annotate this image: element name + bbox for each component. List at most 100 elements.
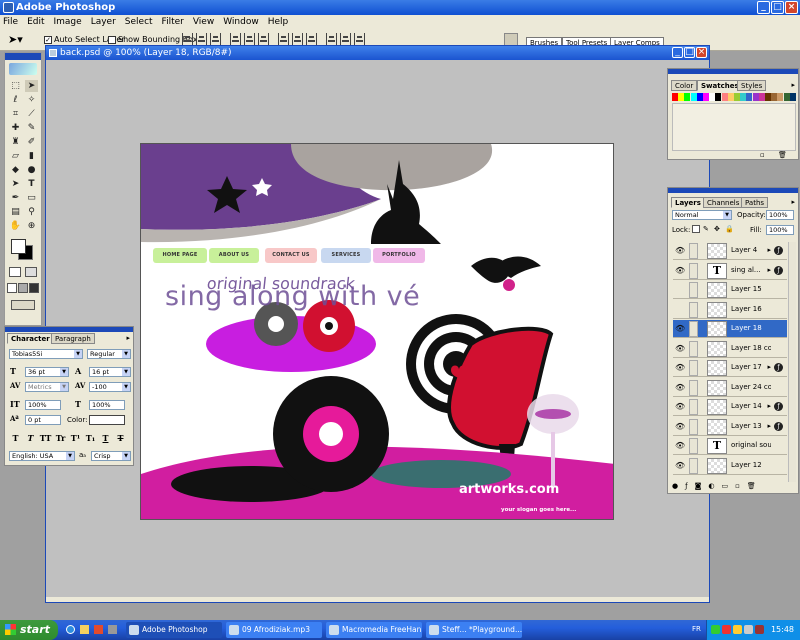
lock-all-icon[interactable]: 🔒 (725, 225, 734, 233)
foreground-color-swatch[interactable] (11, 239, 26, 254)
visibility-eye-icon[interactable]: 👁 (675, 266, 685, 275)
swatch[interactable] (727, 93, 734, 101)
align-left-icon[interactable] (230, 33, 241, 45)
layer-style-icon[interactable]: ƒ (685, 482, 687, 491)
tray-app-icon[interactable] (755, 625, 764, 634)
layer-link-cell[interactable] (689, 457, 698, 474)
expand-effects-icon[interactable]: ▸ (767, 363, 771, 371)
maximize-button[interactable]: □ (771, 1, 784, 14)
layer-link-cell[interactable] (689, 418, 698, 435)
swatch[interactable] (752, 93, 759, 101)
swatch[interactable] (746, 93, 753, 101)
brush-tool-icon[interactable]: ✎ (25, 122, 38, 134)
layer-link-cell[interactable] (689, 340, 698, 357)
doc-maximize-button[interactable]: □ (684, 47, 695, 58)
layer-row[interactable]: 👁 Layer 17 ▸ ƒ (673, 359, 787, 377)
visibility-eye-icon[interactable]: 👁 (675, 461, 685, 470)
new-fill-layer-icon[interactable]: ◐ (708, 482, 714, 491)
tray-messenger-icon[interactable] (733, 625, 742, 634)
layer-link-cell[interactable] (689, 243, 698, 259)
close-button[interactable]: × (785, 1, 798, 14)
distribute-right-icon[interactable] (354, 33, 365, 45)
swatch[interactable] (703, 93, 709, 101)
slice-tool-icon[interactable]: ⟋ (25, 108, 38, 120)
swatch[interactable] (777, 93, 784, 101)
swatch[interactable] (678, 93, 685, 101)
baseline-shift-field[interactable]: 0 pt (25, 415, 61, 425)
strikethrough-button[interactable]: T (114, 433, 127, 445)
quicklaunch-ie-icon[interactable] (66, 625, 75, 634)
screen-mode-standard-icon[interactable] (7, 283, 17, 293)
nav-button-home[interactable]: HOME PAGE (153, 248, 207, 263)
menu-help[interactable]: Help (268, 15, 289, 29)
menu-filter[interactable]: Filter (162, 15, 184, 29)
visibility-eye-icon[interactable]: 👁 (675, 422, 685, 431)
taskbar-item-mp3[interactable]: 09 Afrodiziak.mp3 (226, 622, 322, 638)
panel-menu-icon[interactable]: ▸ (791, 81, 795, 89)
layer-row[interactable]: 👁 Toriginal soun... (673, 437, 787, 455)
align-top-icon[interactable] (182, 33, 193, 45)
swatch[interactable] (696, 93, 703, 101)
swatch[interactable] (771, 93, 778, 101)
swatch[interactable] (672, 93, 678, 101)
tab-color[interactable]: Color (671, 80, 698, 91)
menu-window[interactable]: Window (223, 15, 259, 29)
opacity-field[interactable]: 100% (766, 210, 794, 220)
superscript-button[interactable]: T¹ (69, 433, 82, 445)
tracking-field[interactable]: -100 ▼ (89, 382, 131, 392)
swatch[interactable] (789, 93, 796, 101)
fill-field[interactable]: 100% (766, 225, 794, 235)
expand-effects-icon[interactable]: ▸ (767, 246, 771, 254)
layer-link-cell[interactable] (689, 282, 698, 298)
quick-mask-mode-icon[interactable] (25, 267, 37, 277)
layer-row[interactable]: 👁 Layer 14 ▸ ƒ (673, 398, 787, 416)
layer-mask-icon[interactable]: ◙ (695, 482, 702, 491)
leading-field[interactable]: 16 pt ▼ (89, 367, 131, 377)
panel-menu-icon[interactable]: ▸ (791, 198, 795, 206)
menu-image[interactable]: Image (54, 15, 82, 29)
marquee-tool-icon[interactable]: ⬚ (9, 80, 22, 92)
expand-effects-icon[interactable]: ▸ (767, 422, 771, 430)
visibility-eye-icon[interactable]: 👁 (675, 344, 685, 353)
layer-row[interactable]: 👁 Layer 18 (673, 320, 787, 338)
nav-button-contact[interactable]: CONTACT US (265, 248, 317, 263)
delete-layer-icon[interactable]: 🗑 (747, 482, 756, 491)
align-hcenter-icon[interactable] (244, 33, 255, 45)
menu-view[interactable]: View (193, 15, 214, 29)
tab-styles[interactable]: Styles (737, 80, 767, 91)
swatch[interactable] (740, 93, 747, 101)
lasso-tool-icon[interactable]: ℓ (9, 94, 22, 106)
taskbar-item-playground[interactable]: Steff... *Playground... (426, 622, 522, 638)
shape-tool-icon[interactable]: ▭ (25, 192, 38, 204)
lock-transparency-icon[interactable] (692, 225, 700, 233)
underline-button[interactable]: T (99, 433, 112, 445)
align-bottom-icon[interactable] (210, 33, 221, 45)
layer-link-cell[interactable] (689, 379, 698, 396)
layer-row[interactable]: 👁 Layer 13 ▸ ƒ (673, 417, 787, 436)
new-layer-icon[interactable]: ▫ (735, 482, 740, 491)
faux-italic-button[interactable]: T (24, 433, 37, 445)
expand-effects-icon[interactable]: ▸ (767, 402, 771, 410)
antialias-select[interactable]: Crisp ▼ (91, 451, 131, 461)
font-family-select[interactable]: Tobias5Si ▼ (9, 349, 83, 359)
taskbar-item-freehand[interactable]: Macromedia FreeHan... (326, 622, 422, 638)
layer-link-cell[interactable] (689, 360, 698, 376)
swatch[interactable] (721, 93, 728, 101)
layers-scrollbar[interactable] (788, 242, 796, 482)
kerning-field[interactable]: Metrics ▼ (25, 382, 69, 392)
subscript-button[interactable]: T₁ (84, 433, 97, 445)
crop-tool-icon[interactable]: ⌗ (9, 108, 22, 120)
swatch[interactable] (734, 93, 740, 101)
layer-link-cell[interactable] (689, 399, 698, 415)
jump-to-imageready-icon[interactable] (11, 300, 35, 310)
delete-swatch-icon[interactable]: 🗑 (778, 151, 787, 159)
eyedropper-tool-icon[interactable]: ⚲ (25, 206, 38, 218)
adobe-online-icon[interactable] (9, 63, 37, 75)
layer-link-cell[interactable] (689, 438, 698, 454)
font-size-field[interactable]: 36 pt ▼ (25, 367, 69, 377)
taskbar-item-photoshop[interactable]: Adobe Photoshop (126, 622, 222, 638)
notes-tool-icon[interactable]: ▤ (9, 206, 22, 218)
swatch[interactable] (684, 93, 691, 101)
tab-paths[interactable]: Paths (741, 197, 769, 208)
tray-network-icon[interactable] (711, 625, 720, 634)
